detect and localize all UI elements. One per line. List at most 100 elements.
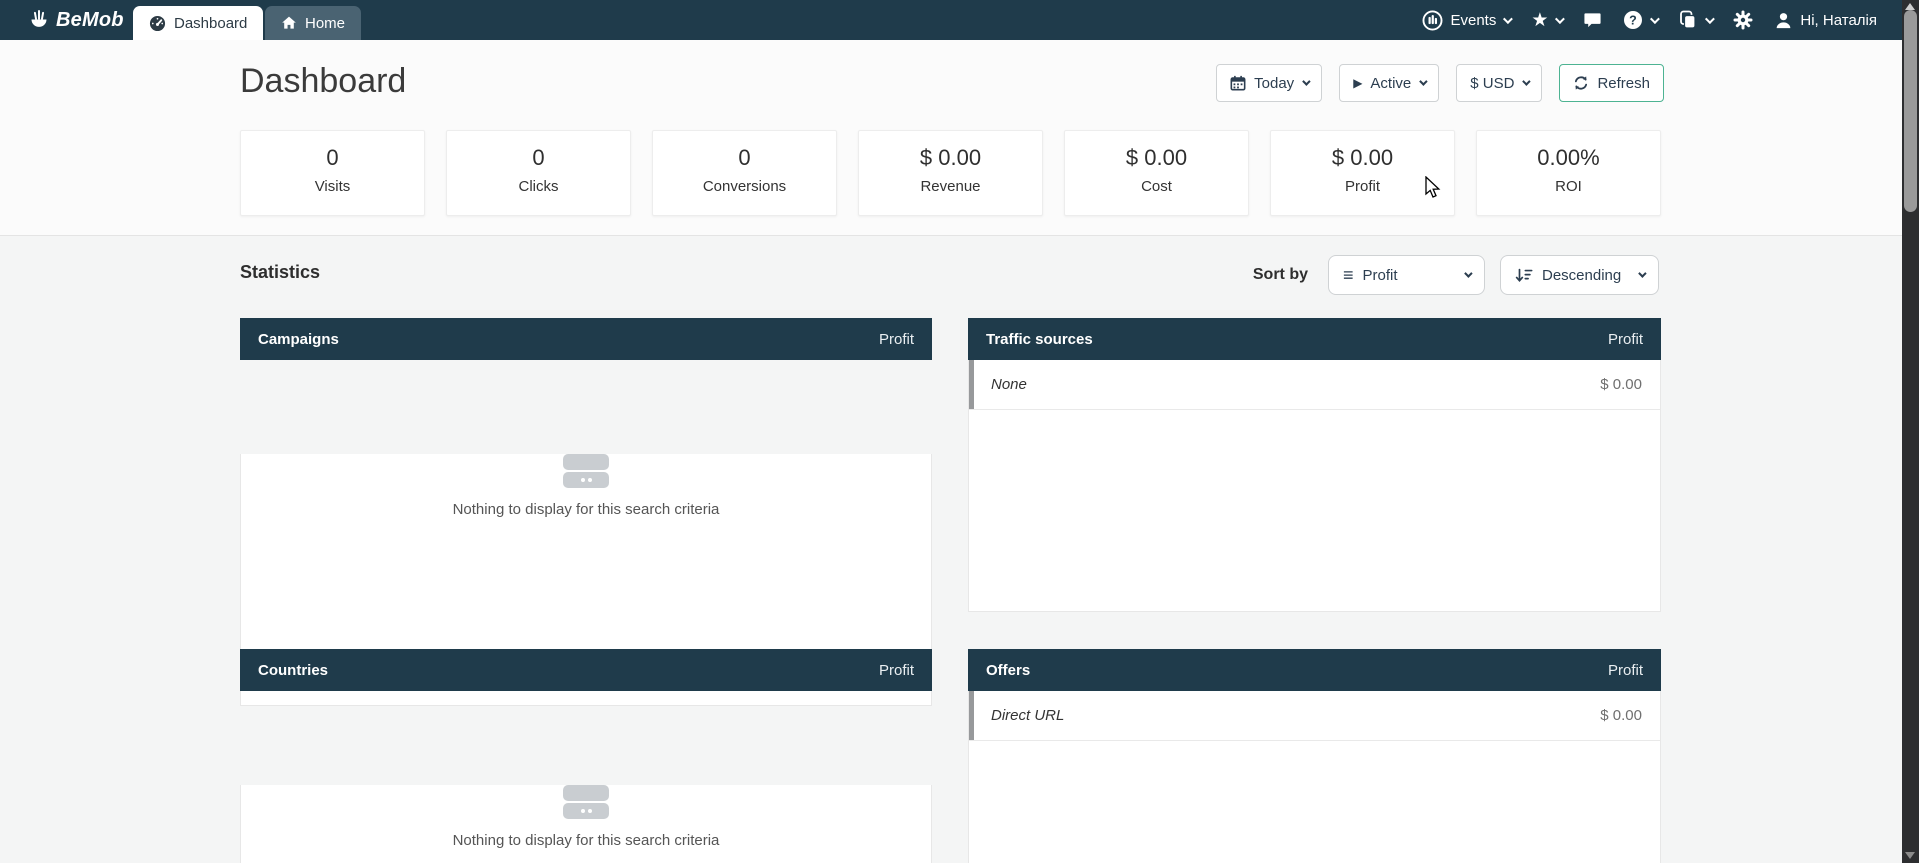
refresh-button[interactable]: Refresh bbox=[1559, 64, 1664, 102]
mouse-cursor bbox=[1422, 176, 1444, 200]
question-circle-icon: ? bbox=[1623, 10, 1643, 30]
chevron-down-icon bbox=[1650, 14, 1660, 24]
stat-card-revenue: $ 0.00 Revenue bbox=[858, 130, 1043, 216]
chat-button[interactable] bbox=[1583, 11, 1602, 30]
home-icon bbox=[281, 15, 297, 31]
tab-home[interactable]: Home bbox=[265, 6, 361, 40]
date-range-label: Today bbox=[1254, 75, 1294, 92]
chevron-down-icon bbox=[1523, 77, 1531, 85]
stat-label: Conversions bbox=[653, 178, 836, 195]
table-row[interactable]: Direct URL $ 0.00 bbox=[969, 691, 1660, 741]
stat-value: 0 bbox=[241, 145, 424, 171]
empty-data-icon bbox=[563, 785, 609, 819]
user-greeting: Hi, Наталія bbox=[1800, 12, 1877, 29]
sort-controls: Sort by ≡ Profit Descending bbox=[1253, 255, 1659, 295]
panel-title: Campaigns bbox=[258, 331, 339, 348]
help-menu[interactable]: ? bbox=[1623, 10, 1657, 30]
panel-title: Traffic sources bbox=[986, 331, 1093, 348]
table-row[interactable]: None $ 0.00 bbox=[969, 360, 1660, 410]
empty-state: Nothing to display for this search crite… bbox=[241, 785, 931, 849]
offers-panel: Offers Profit Direct URL $ 0.00 bbox=[968, 649, 1661, 863]
events-icon bbox=[1422, 10, 1443, 31]
countries-panel: Countries Profit Nothing to display for … bbox=[240, 649, 932, 863]
chevron-down-icon bbox=[1419, 77, 1427, 85]
play-icon: ▶ bbox=[1353, 77, 1362, 89]
currency-label: $ USD bbox=[1470, 75, 1514, 92]
navbar-menu: Events ★ ? bbox=[1422, 0, 1877, 40]
date-range-button[interactable]: Today bbox=[1216, 64, 1322, 102]
gear-icon bbox=[1733, 10, 1753, 30]
stat-card-cost: $ 0.00 Cost bbox=[1064, 130, 1249, 216]
chevron-down-icon bbox=[1555, 14, 1565, 24]
scroll-up-arrow-icon[interactable] bbox=[1905, 3, 1915, 10]
tab-home-label: Home bbox=[305, 15, 345, 32]
campaigns-panel: Campaigns Profit Nothing to display for … bbox=[240, 318, 932, 612]
speedometer-icon bbox=[149, 15, 166, 32]
bemob-logo-icon bbox=[28, 9, 50, 31]
empty-data-icon bbox=[563, 454, 609, 488]
bemob-logo-text: BeMob bbox=[56, 9, 124, 32]
stat-card-roi: 0.00% ROI bbox=[1476, 130, 1661, 216]
stat-value: 0 bbox=[447, 145, 630, 171]
row-name: Direct URL bbox=[991, 707, 1064, 724]
stat-card-conversions: 0 Conversions bbox=[652, 130, 837, 216]
empty-state: Nothing to display for this search crite… bbox=[241, 454, 931, 518]
user-icon bbox=[1774, 11, 1793, 30]
offers-panel-header: Offers Profit bbox=[968, 649, 1661, 691]
workspace-menu[interactable] bbox=[1678, 10, 1712, 30]
stat-label: Cost bbox=[1065, 178, 1248, 195]
user-menu[interactable]: Hi, Наталія bbox=[1774, 11, 1877, 30]
star-icon: ★ bbox=[1531, 11, 1548, 30]
stat-label: ROI bbox=[1477, 178, 1660, 195]
chevron-down-icon bbox=[1302, 77, 1310, 85]
traffic-sources-panel-header: Traffic sources Profit bbox=[968, 318, 1661, 360]
chevron-down-icon bbox=[1464, 269, 1472, 277]
panel-title: Offers bbox=[986, 662, 1030, 679]
currency-button[interactable]: $ USD bbox=[1456, 64, 1542, 102]
chat-icon bbox=[1583, 11, 1602, 30]
events-label: Events bbox=[1450, 12, 1496, 29]
stat-value: 0.00% bbox=[1477, 145, 1660, 171]
empty-state-text: Nothing to display for this search crite… bbox=[241, 832, 931, 849]
stat-card-clicks: 0 Clicks bbox=[446, 130, 631, 216]
svg-text:?: ? bbox=[1630, 13, 1638, 27]
sort-order-dropdown[interactable]: Descending bbox=[1500, 255, 1659, 295]
panel-metric-label: Profit bbox=[879, 331, 914, 348]
scroll-down-arrow-icon[interactable] bbox=[1905, 852, 1915, 859]
statistics-heading: Statistics bbox=[240, 262, 320, 283]
events-menu[interactable]: Events bbox=[1422, 10, 1510, 31]
sort-field-icon: ≡ bbox=[1343, 266, 1354, 284]
refresh-label: Refresh bbox=[1597, 75, 1650, 92]
stat-card-profit: $ 0.00 Profit bbox=[1270, 130, 1455, 216]
dashboard-toolbar: Today ▶ Active $ USD Refresh bbox=[1216, 64, 1664, 102]
sort-by-label: Sort by bbox=[1253, 266, 1308, 284]
stat-value: 0 bbox=[653, 145, 836, 171]
stat-value: $ 0.00 bbox=[1065, 145, 1248, 171]
status-filter-button[interactable]: ▶ Active bbox=[1339, 64, 1439, 102]
panel-metric-label: Profit bbox=[1608, 662, 1643, 679]
campaigns-panel-header: Campaigns Profit bbox=[240, 318, 932, 360]
vertical-scrollbar[interactable] bbox=[1902, 0, 1919, 863]
row-name: None bbox=[991, 376, 1027, 393]
chevron-down-icon bbox=[1503, 14, 1513, 24]
row-value: $ 0.00 bbox=[1600, 376, 1642, 393]
countries-panel-body: Nothing to display for this search crite… bbox=[240, 785, 932, 863]
offers-panel-body: Direct URL $ 0.00 bbox=[968, 691, 1661, 863]
favorites-menu[interactable]: ★ bbox=[1531, 11, 1562, 30]
refresh-icon bbox=[1573, 75, 1589, 91]
panel-metric-label: Profit bbox=[879, 662, 914, 679]
sort-field-dropdown[interactable]: ≡ Profit bbox=[1328, 255, 1485, 295]
settings-button[interactable] bbox=[1733, 10, 1753, 30]
tab-dashboard-label: Dashboard bbox=[174, 15, 247, 32]
stat-card-visits: 0 Visits bbox=[240, 130, 425, 216]
countries-panel-header: Countries Profit bbox=[240, 649, 932, 691]
bemob-logo[interactable]: BeMob bbox=[28, 0, 124, 40]
tab-dashboard[interactable]: Dashboard bbox=[133, 6, 263, 40]
traffic-sources-panel: Traffic sources Profit None $ 0.00 bbox=[968, 318, 1661, 612]
row-value: $ 0.00 bbox=[1600, 707, 1642, 724]
stat-label: Revenue bbox=[859, 178, 1042, 195]
panel-metric-label: Profit bbox=[1608, 331, 1643, 348]
scrollbar-thumb[interactable] bbox=[1904, 10, 1917, 212]
sort-order-value: Descending bbox=[1542, 267, 1621, 284]
chevron-down-icon bbox=[1705, 14, 1715, 24]
